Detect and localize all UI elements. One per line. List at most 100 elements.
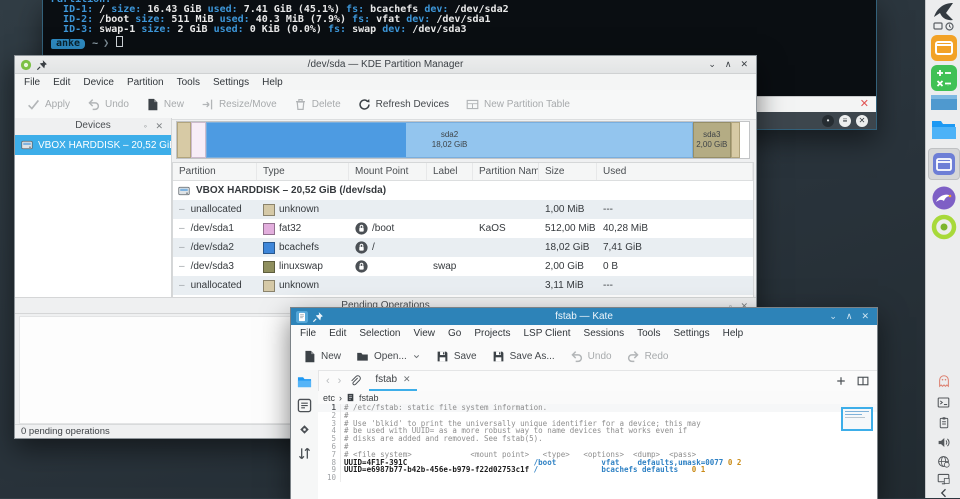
toolbar-button-new[interactable]: New — [146, 98, 184, 111]
toolbar-button-new-partition-table[interactable]: New Partition Table — [466, 98, 570, 111]
panel-float-close-icons[interactable]: ◦ ✕ — [144, 118, 166, 134]
toolbar-button-undo[interactable]: Undo — [570, 350, 612, 363]
device-item-vbox-harddisk[interactable]: VBOX HARDDISK – 20,52 GiB (/d... — [15, 135, 171, 155]
lock-icon — [355, 241, 368, 254]
symbols-list-icon[interactable] — [297, 398, 312, 413]
app-terminal-orange-icon[interactable] — [926, 35, 960, 61]
column-header-used[interactable]: Used — [597, 163, 753, 180]
collapse-chevron-icon[interactable] — [926, 487, 960, 499]
menu-settings[interactable]: Settings — [213, 77, 249, 88]
bar-segment-sda3[interactable]: sda32,00 GiB — [693, 122, 731, 158]
volume-icon[interactable] — [926, 436, 960, 449]
toolbar-button-save[interactable]: Save — [436, 350, 477, 363]
menu-sessions[interactable]: Sessions — [584, 328, 625, 339]
menu-projects[interactable]: Projects — [474, 328, 510, 339]
toolbar-button-open-[interactable]: Open... — [356, 350, 421, 363]
column-header-size[interactable]: Size — [539, 163, 597, 180]
mini-widgets-icon[interactable] — [926, 22, 960, 31]
cell-used: 0 B — [597, 261, 753, 272]
app-file-manager-icon[interactable] — [926, 119, 960, 140]
menu-partition[interactable]: Partition — [127, 77, 164, 88]
menu-settings[interactable]: Settings — [673, 328, 709, 339]
toolbar-button-resize-move[interactable]: Resize/Move — [201, 98, 277, 111]
partition-row-unallocated[interactable]: –unallocatedunknown3,11 MiB--- — [173, 276, 753, 295]
new-tab-icon[interactable] — [835, 375, 847, 387]
toolbar-button-new[interactable]: New — [303, 350, 341, 363]
bar-segment-sda1[interactable] — [191, 122, 206, 158]
terminal-close-button[interactable]: ✕ — [856, 115, 868, 127]
close-icon[interactable]: ✕ — [861, 311, 869, 322]
pm-titlebar[interactable]: /dev/sda — KDE Partition Manager ⌄ ∧ ✕ — [15, 56, 756, 74]
task-active-window-icon[interactable] — [926, 148, 960, 180]
cell-size: 2,00 GiB — [539, 261, 597, 272]
close-icon[interactable]: ✕ — [740, 59, 748, 70]
clipboard-icon[interactable] — [926, 416, 960, 429]
split-view-icon[interactable] — [857, 375, 869, 387]
maximize-icon[interactable]: ∧ — [846, 311, 853, 322]
menu-file[interactable]: File — [24, 77, 40, 88]
partition-row--dev-sda3[interactable]: –/dev/sda3linuxswapswap2,00 GiB0 B — [173, 257, 753, 276]
partition-row-unallocated[interactable]: –unallocatedunknown1,00 MiB--- — [173, 200, 753, 219]
breadcrumb-parent[interactable]: etc — [323, 393, 335, 403]
git-icon[interactable] — [297, 422, 312, 437]
breadcrumb-file[interactable]: fstab — [359, 393, 379, 403]
column-header-partition-name[interactable]: Partition Name — [473, 163, 539, 180]
column-header-label[interactable]: Label — [427, 163, 473, 180]
partition-row--dev-sda1[interactable]: –/dev/sda1fat32/bootKaOS512,00 MiB40,28 … — [173, 219, 753, 238]
search-close-icon[interactable]: ✕ — [860, 98, 869, 111]
nav-back-icon[interactable]: ‹ — [326, 375, 330, 387]
paperclip-icon[interactable] — [349, 375, 361, 387]
tray-terminal-icon[interactable] — [926, 396, 960, 409]
disk-partition-bar[interactable]: sda218,02 GiBsda32,00 GiB — [176, 121, 750, 159]
app-partition-manager-icon[interactable] — [926, 214, 960, 240]
disk-group-row[interactable]: VBOX HARDDISK – 20,52 GiB (/dev/sda) — [173, 181, 753, 200]
menu-device[interactable]: Device — [83, 77, 114, 88]
tab-fstab[interactable]: fstab ✕ — [369, 370, 416, 391]
column-header-partition[interactable]: Partition — [173, 163, 257, 180]
menu-edit[interactable]: Edit — [329, 328, 346, 339]
toolbar-button-refresh-devices[interactable]: Refresh Devices — [358, 98, 449, 111]
menu-tools[interactable]: Tools — [177, 77, 200, 88]
terminal-prompt[interactable]: anke~❯ — [51, 36, 872, 49]
maximize-icon[interactable]: ∧ — [725, 59, 732, 70]
minimize-icon[interactable]: ⌄ — [829, 311, 837, 322]
bar-segment-unallocated-left[interactable] — [177, 122, 191, 158]
toolbar-button-redo[interactable]: Redo — [627, 350, 669, 363]
kate-titlebar[interactable]: fstab — Kate ⌄ ∧ ✕ — [291, 308, 877, 325]
terminal-settings-button[interactable]: • — [822, 115, 834, 127]
nav-forward-icon[interactable]: › — [338, 375, 342, 387]
app-calculator-icon[interactable] — [926, 65, 960, 91]
column-header-type[interactable]: Type — [257, 163, 349, 180]
menu-selection[interactable]: Selection — [359, 328, 400, 339]
display-icon[interactable] — [926, 472, 960, 485]
menu-go[interactable]: Go — [448, 328, 461, 339]
menu-help[interactable]: Help — [262, 77, 283, 88]
partition-row--dev-sda2[interactable]: –/dev/sda2bcachefs/18,02 GiB7,41 GiB — [173, 238, 753, 257]
editor-area[interactable]: 1# /etc/fstab: static file system inform… — [318, 404, 877, 499]
filter-sort-icon[interactable] — [297, 446, 312, 461]
ghost-icon[interactable] — [926, 374, 960, 388]
lock-icon — [355, 222, 368, 235]
minimap[interactable] — [841, 407, 873, 431]
kaos-logo-icon[interactable] — [926, 2, 960, 22]
menu-file[interactable]: File — [300, 328, 316, 339]
documents-folder-icon[interactable] — [297, 374, 312, 389]
bar-segment-sda2[interactable]: sda218,02 GiB — [206, 122, 693, 158]
window-thumbnail[interactable] — [926, 95, 960, 110]
app-konqueror-icon[interactable] — [926, 186, 960, 210]
column-header-mount-point[interactable]: Mount Point — [349, 163, 427, 180]
minimize-icon[interactable]: ⌄ — [708, 59, 716, 70]
menu-lsp-client[interactable]: LSP Client — [523, 328, 570, 339]
menu-tools[interactable]: Tools — [637, 328, 660, 339]
toolbar-button-apply[interactable]: Apply — [27, 98, 70, 111]
terminal-menu-button[interactable]: ≡ — [839, 115, 851, 127]
menu-view[interactable]: View — [414, 328, 436, 339]
network-globe-icon[interactable] — [926, 455, 960, 468]
bar-segment-unallocated-right[interactable] — [731, 122, 740, 158]
menu-edit[interactable]: Edit — [53, 77, 70, 88]
toolbar-button-delete[interactable]: Delete — [294, 98, 341, 111]
toolbar-button-save-as-[interactable]: Save As... — [492, 350, 555, 363]
menu-help[interactable]: Help — [723, 328, 744, 339]
toolbar-button-undo[interactable]: Undo — [87, 98, 129, 111]
tab-close-icon[interactable]: ✕ — [403, 374, 411, 385]
